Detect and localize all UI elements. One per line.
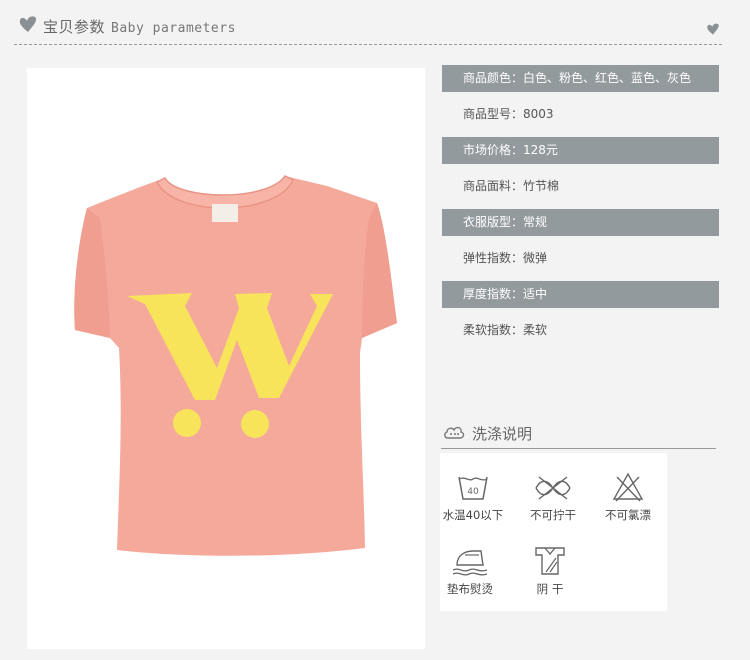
param-fabric: 商品面料：竹节棉 [463,179,560,193]
washing-header: 洗涤说明 [441,418,716,449]
section-title: 宝贝参数 Baby parameters [43,16,236,37]
param-price: 市场价格：128元 [442,137,719,164]
param-thickness: 厚度指数：适中 [442,281,719,308]
header-divider [14,44,722,45]
washing-instructions: 40 水温40以下 不可拧干 不可氯漂 垫布熨烫 阴 干 [440,453,667,611]
param-fit: 衣服版型：常规 [442,209,719,236]
tshirt-illustration [74,175,398,556]
iron-caption: 垫布熨烫 [447,582,493,596]
bleach-caption: 不可氯漂 [605,508,651,522]
parameter-list: 商品颜色：白色、粉色、红色、蓝色、灰色 商品型号：8003 市场价格：128元 … [442,65,719,353]
section-header: 宝贝参数 Baby parameters [0,0,750,46]
param-color: 商品颜色：白色、粉色、红色、蓝色、灰色 [442,65,719,92]
heart-icon [19,16,37,32]
wash-item-iron: 垫布熨烫 [432,545,508,597]
wash-item-wring: 不可拧干 [515,473,591,523]
heart-icon [707,23,719,35]
section-title-en: Baby parameters [111,21,236,36]
wash-temp-label: 40 [467,487,479,497]
param-elasticity: 弹性指数：微弹 [463,251,548,265]
iron-with-cloth-icon [452,550,488,576]
shade-caption: 阴 干 [536,582,564,596]
wash-item-shade: 阴 干 [512,545,588,597]
wring-caption: 不可拧干 [530,508,576,522]
section-title-cn: 宝贝参数 [43,18,106,36]
product-image [27,68,425,649]
no-bleach-icon [612,472,644,502]
wash-40-icon: 40 [458,476,488,500]
wash-item-temp: 40 水温40以下 [435,473,511,523]
wash-item-bleach: 不可氯漂 [590,471,666,523]
wash-temp-caption: 水温40以下 [442,508,504,522]
shade-dry-icon [535,547,565,575]
no-wring-icon [535,476,571,500]
param-softness: 柔软指数：柔软 [463,323,548,337]
param-model: 商品型号：8003 [463,107,554,121]
cloud-icon [444,426,465,439]
washing-title: 洗涤说明 [472,425,533,443]
